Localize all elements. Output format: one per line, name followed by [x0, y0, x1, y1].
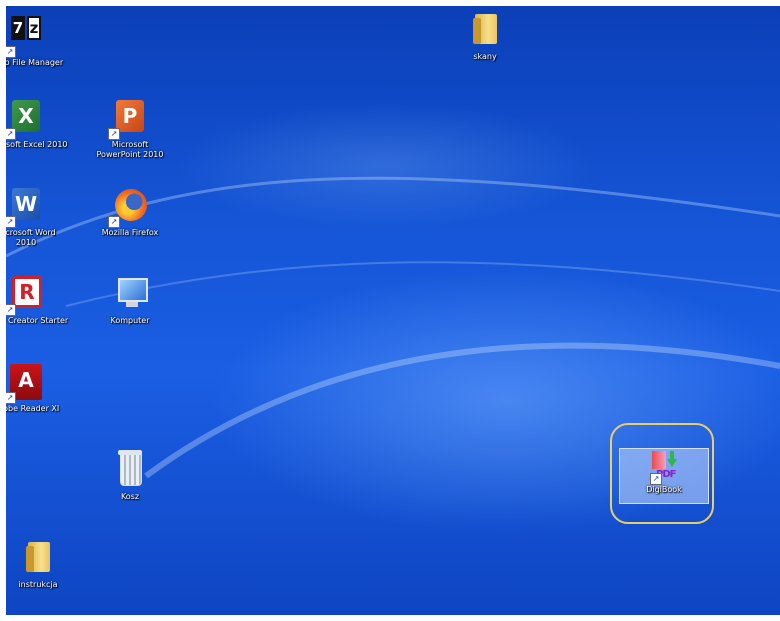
roxio-icon: R [12, 276, 42, 308]
shortcut-arrow-icon: ↗ [6, 128, 16, 140]
word-icon: W [12, 188, 40, 220]
icon-label: skany [473, 52, 497, 61]
icon-label: Komputer [110, 316, 150, 325]
shortcut-arrow-icon: ↗ [6, 46, 16, 58]
computer-icon [110, 274, 150, 314]
desktop-icon-digibook[interactable]: PDF ↗ DigiBook [619, 448, 709, 504]
icon-label: Microsoft Excel 2010 [6, 140, 68, 149]
shortcut-arrow-icon: ↗ [6, 304, 16, 316]
shortcut-arrow-icon: ↗ [6, 216, 16, 228]
shortcut-arrow-icon: ↗ [6, 392, 16, 404]
icon-label: 7-Zip File Manager [6, 58, 64, 67]
shortcut-arrow-icon: ↗ [108, 128, 120, 140]
powerpoint-icon: P [116, 100, 144, 132]
desktop-icon-roxio[interactable]: R ↗ Roxio Creator Starter [6, 274, 72, 326]
icon-label: Adobe Reader XI [6, 404, 60, 413]
icon-label: Mozilla Firefox [101, 228, 159, 237]
icon-label: instrukcja [18, 580, 58, 589]
icon-label: Kosz [120, 492, 140, 501]
folder-icon [26, 542, 50, 572]
desktop-icon-word[interactable]: W ↗ Microsoft Word 2010 [6, 186, 72, 248]
icon-label: Roxio Creator Starter [8, 316, 69, 325]
desktop-icon-instrukcja[interactable]: instrukcja [6, 538, 84, 590]
icon-label: Microsoft Word 2010 [6, 228, 56, 247]
shortcut-arrow-icon: ↗ [650, 473, 662, 485]
desktop-icon-powerpoint[interactable]: P ↗ Microsoft PowerPoint 2010 [84, 98, 176, 160]
icon-label: DigiBook [646, 485, 682, 494]
folder-icon [473, 14, 497, 44]
recycle-bin-icon [118, 450, 142, 486]
desktop[interactable]: 7z ↗ 7-Zip File Manager skany X ↗ Micros… [6, 6, 780, 615]
desktop-icon-kosz[interactable]: Kosz [84, 450, 176, 502]
desktop-icon-firefox[interactable]: ↗ Mozilla Firefox [84, 186, 176, 238]
digibook-icon: PDF ↗ [650, 451, 678, 485]
desktop-icon-skany[interactable]: skany [439, 10, 531, 62]
desktop-icon-excel[interactable]: X ↗ Microsoft Excel 2010 [6, 98, 72, 150]
excel-icon: X [12, 100, 40, 132]
7zip-icon: 7z [10, 16, 42, 42]
desktop-icon-komputer[interactable]: Komputer [84, 274, 176, 326]
desktop-icon-7zip[interactable]: 7z ↗ 7-Zip File Manager [6, 10, 72, 68]
icon-label: Microsoft PowerPoint 2010 [96, 140, 164, 159]
desktop-icon-adobe-reader[interactable]: A ↗ Adobe Reader XI [6, 362, 72, 414]
shortcut-arrow-icon: ↗ [108, 216, 120, 228]
